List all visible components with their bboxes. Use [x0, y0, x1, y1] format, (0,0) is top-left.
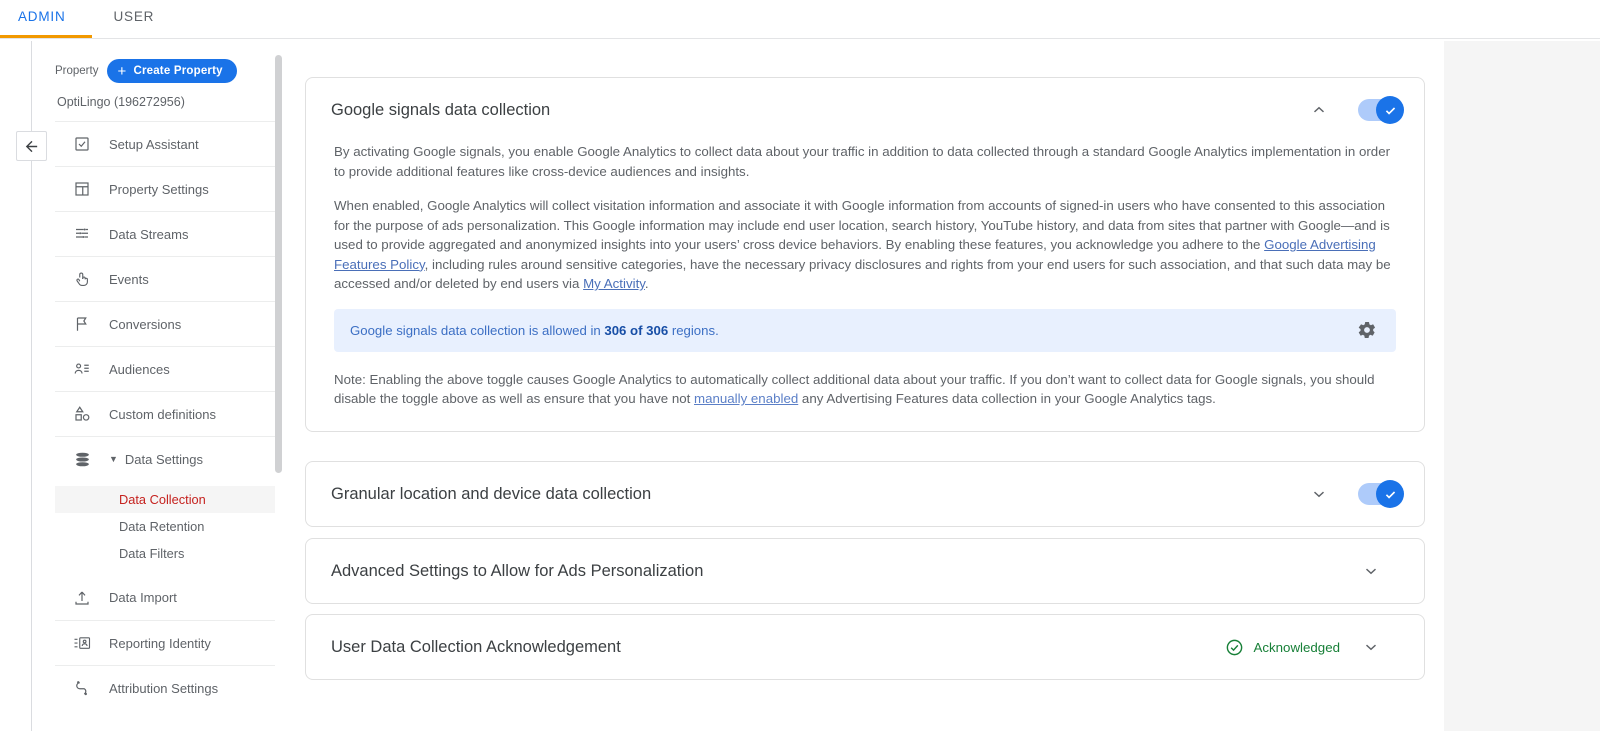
tab-admin-label: ADMIN — [18, 9, 66, 24]
tab-user-label: USER — [113, 9, 155, 24]
expand-chevron-down-icon[interactable] — [1302, 477, 1336, 511]
card-user-data-acknowledgement: User Data Collection Acknowledgement Ack… — [305, 614, 1425, 680]
tab-user[interactable]: USER — [92, 0, 177, 38]
data-streams-icon — [71, 223, 93, 245]
clipboard-check-icon — [71, 133, 93, 155]
sidebar-label: Audiences — [109, 361, 170, 377]
card-google-signals-header[interactable]: Google signals data collection — [306, 78, 1424, 142]
my-activity-link[interactable]: My Activity — [583, 276, 645, 291]
status-badge: Acknowledged — [1225, 638, 1341, 657]
collapse-chevron-up-icon[interactable] — [1302, 93, 1336, 127]
sidebar-label: Events — [109, 271, 149, 287]
card-google-signals: Google signals data collection By activa… — [305, 77, 1425, 432]
card-title: User Data Collection Acknowledgement — [331, 637, 621, 656]
regions-settings-button[interactable] — [1352, 315, 1382, 345]
sidebar-sublabel: Data Collection — [119, 492, 206, 507]
flag-icon — [71, 313, 93, 335]
regions-banner: Google signals data collection is allowe… — [334, 308, 1396, 352]
regions-banner-part2: regions. — [668, 322, 719, 338]
card-user-data-acknowledgement-header[interactable]: User Data Collection Acknowledgement Ack… — [306, 615, 1424, 679]
sidebar-label: Setup Assistant — [109, 136, 199, 152]
sidebar-label: Reporting Identity — [109, 635, 211, 651]
regions-banner-part1: Google signals data collection is allowe… — [350, 322, 605, 338]
paragraph-when-enabled-part1: When enabled, Google Analytics will coll… — [334, 198, 1390, 252]
sidebar-label: Custom definitions — [109, 406, 216, 422]
sidebar-label: Property Settings — [109, 181, 209, 197]
create-property-button[interactable]: + Create Property — [107, 59, 237, 83]
paragraph-when-enabled: When enabled, Google Analytics will coll… — [334, 196, 1396, 294]
property-header: Property + Create Property — [55, 48, 275, 87]
expand-chevron-down-icon[interactable] — [1354, 630, 1388, 664]
regions-count: 306 of 306 — [604, 322, 669, 338]
sidebar-label: Attribution Settings — [109, 680, 219, 696]
sidebar-sublabel: Data Filters — [119, 546, 185, 561]
audience-icon — [71, 358, 93, 380]
toggle-knob — [1376, 480, 1404, 508]
create-property-label: Create Property — [133, 65, 223, 77]
paragraph-activating: By activating Google signals, you enable… — [334, 144, 1391, 179]
sidebar-item-reporting-identity[interactable]: Reporting Identity — [55, 620, 275, 665]
paragraph-note: Note: Enabling the above toggle causes G… — [334, 370, 1396, 409]
property-name: OptiLingo (196272956) — [57, 95, 185, 109]
card-advanced-settings: Advanced Settings to Allow for Ads Perso… — [305, 538, 1425, 604]
paragraph-when-enabled-part3: . — [644, 276, 649, 291]
manually-enabled-link[interactable]: manually enabled — [694, 391, 798, 406]
check-circle-icon — [1226, 639, 1242, 655]
note-part2: any Advertising Features data collection… — [798, 391, 1216, 406]
plus-icon: + — [117, 62, 127, 80]
data-settings-submenu: Data Collection Data Retention Data Filt… — [55, 481, 275, 575]
status-label: Acknowledged — [1253, 639, 1341, 655]
sidebar-label: Conversions — [109, 316, 182, 332]
sidebar: Property + Create Property OptiLingo (19… — [55, 48, 275, 731]
sidebar-label: Data Streams — [109, 226, 189, 242]
sidebar-item-custom-definitions[interactable]: Custom definitions — [55, 391, 275, 436]
caret-down-icon: ▼ — [109, 453, 118, 464]
tap-icon — [71, 268, 93, 290]
attribution-icon — [71, 677, 93, 699]
sidebar-item-data-settings[interactable]: ▼ Data Settings — [55, 436, 275, 481]
sidebar-scrollbar[interactable] — [275, 55, 282, 473]
tab-admin[interactable]: ADMIN — [0, 0, 92, 38]
sidebar-item-setup-assistant[interactable]: Setup Assistant — [55, 121, 275, 166]
sidebar-sublabel: Data Retention — [119, 519, 205, 534]
toggle-knob — [1376, 96, 1404, 124]
sidebar-subitem-data-filters[interactable]: Data Filters — [55, 540, 275, 567]
right-gutter — [1444, 41, 1600, 731]
arrow-left-icon — [25, 140, 38, 152]
google-signals-toggle[interactable] — [1358, 96, 1404, 124]
shapes-icon — [71, 403, 93, 425]
card-title: Advanced Settings to Allow for Ads Perso… — [331, 561, 704, 580]
sidebar-label: Data Settings — [124, 451, 203, 467]
back-button[interactable] — [16, 131, 47, 161]
top-tab-bar: ADMIN USER — [0, 0, 1600, 38]
card-google-signals-body: By activating Google signals, you enable… — [306, 142, 1424, 431]
reporting-identity-icon — [71, 632, 93, 654]
gear-icon — [1358, 321, 1375, 338]
card-title: Granular location and device data collec… — [331, 484, 652, 503]
granular-location-toggle[interactable] — [1358, 480, 1404, 508]
database-icon — [71, 448, 93, 470]
sidebar-item-property-settings[interactable]: Property Settings — [55, 166, 275, 211]
card-granular-location-header[interactable]: Granular location and device data collec… — [306, 462, 1424, 526]
card-granular-location: Granular location and device data collec… — [305, 461, 1425, 527]
card-advanced-settings-header[interactable]: Advanced Settings to Allow for Ads Perso… — [306, 539, 1424, 603]
sidebar-subitem-data-retention[interactable]: Data Retention — [55, 513, 275, 540]
expand-chevron-down-icon[interactable] — [1354, 554, 1388, 588]
paragraph-when-enabled-part2: , including rules around sensitive categ… — [334, 256, 1391, 292]
regions-banner-text: Google signals data collection is allowe… — [350, 323, 1352, 338]
sidebar-subitem-data-collection[interactable]: Data Collection — [55, 486, 275, 513]
sidebar-item-conversions[interactable]: Conversions — [55, 301, 275, 346]
sidebar-item-events[interactable]: Events — [55, 256, 275, 301]
sidebar-item-attribution-settings[interactable]: Attribution Settings — [55, 665, 275, 710]
sidebar-item-audiences[interactable]: Audiences — [55, 346, 275, 391]
sidebar-label: Data Import — [109, 590, 177, 605]
property-label: Property — [55, 65, 99, 77]
sidebar-item-data-import[interactable]: Data Import — [55, 575, 275, 620]
window-icon — [71, 178, 93, 200]
upload-icon — [71, 587, 93, 609]
card-title: Google signals data collection — [331, 100, 551, 119]
sidebar-item-data-streams[interactable]: Data Streams — [55, 211, 275, 256]
